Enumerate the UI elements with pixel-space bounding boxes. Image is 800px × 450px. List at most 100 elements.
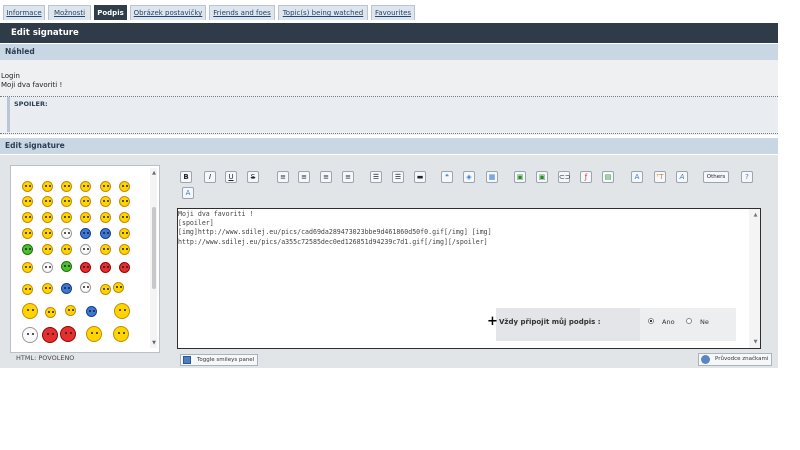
smiley-icon[interactable] bbox=[61, 196, 72, 207]
tab-friends-and-foes[interactable]: Friends and foes bbox=[209, 5, 275, 20]
help-icon[interactable]: ? bbox=[741, 171, 753, 183]
heart-smiley-icon[interactable] bbox=[119, 228, 130, 239]
smileys-scroll-thumb[interactable] bbox=[152, 207, 156, 289]
smiley-icon[interactable] bbox=[100, 212, 111, 223]
ordered-list-icon[interactable]: ☰ bbox=[392, 171, 404, 183]
smiley-icon[interactable] bbox=[22, 327, 38, 343]
smiley-icon[interactable] bbox=[42, 181, 53, 192]
scroll-up-arrow-icon[interactable]: ▲ bbox=[752, 212, 759, 219]
preview-text: Login Moji dva favoriti ! bbox=[1, 72, 62, 90]
others-button[interactable]: Others bbox=[703, 171, 729, 183]
tab-podpis[interactable]: Podpis bbox=[94, 5, 127, 20]
signature-text[interactable]: Moji dva favoriti ! [spoiler] [img]http:… bbox=[178, 210, 738, 247]
scroll-down-arrow-icon[interactable]: ▼ bbox=[151, 340, 157, 346]
smiley-icon[interactable] bbox=[61, 261, 72, 272]
bold-button[interactable]: B bbox=[180, 171, 192, 183]
strikethrough-button[interactable]: S bbox=[247, 171, 259, 183]
smiley-icon[interactable] bbox=[80, 282, 91, 293]
smiley-icon[interactable] bbox=[22, 212, 33, 223]
preview-line-login: Login bbox=[1, 72, 20, 80]
santa-smiley-icon[interactable] bbox=[60, 326, 76, 342]
smiley-icon[interactable] bbox=[22, 284, 33, 295]
smiley-icon[interactable] bbox=[22, 244, 33, 255]
page-title: Edit signature bbox=[0, 23, 778, 43]
smiley-icon[interactable] bbox=[61, 181, 72, 192]
smiley-icon[interactable] bbox=[45, 307, 56, 318]
smiley-icon[interactable] bbox=[80, 212, 91, 223]
smiley-icon[interactable] bbox=[119, 181, 130, 192]
sleeping-smiley-icon[interactable] bbox=[86, 306, 97, 317]
align-left-icon[interactable]: ≡ bbox=[277, 171, 289, 183]
video-icon[interactable]: ▤ bbox=[602, 171, 614, 183]
link-icon[interactable]: ⊂⊃ bbox=[558, 171, 571, 183]
smiley-icon[interactable] bbox=[42, 228, 53, 239]
textarea-scrollbar[interactable] bbox=[749, 209, 760, 348]
smiley-icon[interactable] bbox=[100, 196, 111, 207]
toggle-smileys-label: Toggle smileys panel bbox=[197, 357, 255, 363]
code-icon[interactable]: ◈ bbox=[463, 171, 475, 183]
font-color-icon[interactable]: A bbox=[631, 171, 643, 183]
smiley-icon[interactable] bbox=[42, 283, 53, 294]
smiley-icon[interactable] bbox=[42, 196, 53, 207]
smiley-icon[interactable] bbox=[100, 228, 111, 239]
smiley-icon[interactable] bbox=[42, 244, 53, 255]
smiley-icon[interactable] bbox=[61, 244, 72, 255]
tab-topics-being-watched[interactable]: Topic(s) being watched bbox=[278, 5, 368, 20]
quote-icon[interactable]: ❝ bbox=[441, 171, 453, 183]
smiley-icon[interactable] bbox=[22, 262, 33, 273]
smiley-icon[interactable] bbox=[119, 196, 130, 207]
smiley-icon[interactable] bbox=[80, 196, 91, 207]
smiley-icon[interactable] bbox=[22, 228, 33, 239]
smiley-icon[interactable] bbox=[80, 262, 91, 273]
tag-guide-button[interactable]: Průvodce značkami bbox=[698, 353, 772, 366]
flash-icon[interactable]: ƒ bbox=[580, 171, 592, 183]
smiley-icon[interactable] bbox=[119, 262, 130, 273]
scroll-down-arrow-icon[interactable]: ▼ bbox=[752, 339, 759, 346]
italic-button[interactable]: I bbox=[204, 171, 216, 183]
smiley-icon[interactable] bbox=[100, 244, 111, 255]
tab-informace[interactable]: Informace bbox=[3, 5, 45, 20]
underline-button[interactable]: U bbox=[225, 171, 237, 183]
smiley-icon[interactable] bbox=[113, 282, 124, 293]
smiley-icon[interactable] bbox=[119, 212, 130, 223]
tab-obrazek-postavicky[interactable]: Obrázek postavičky bbox=[130, 5, 206, 20]
text-direction-button[interactable]: A bbox=[182, 187, 194, 199]
sun-smiley-icon[interactable] bbox=[114, 303, 130, 319]
smiley-icon[interactable] bbox=[100, 262, 111, 273]
smiley-icon[interactable] bbox=[42, 327, 58, 343]
smiley-icon[interactable] bbox=[100, 284, 111, 295]
tab-moznosti[interactable]: Možnosti bbox=[48, 5, 91, 20]
smiley-icon[interactable] bbox=[65, 305, 76, 316]
image-icon[interactable]: ▣ bbox=[514, 171, 526, 183]
smiley-icon[interactable] bbox=[22, 196, 33, 207]
scroll-up-arrow-icon[interactable]: ▲ bbox=[151, 170, 157, 176]
font-size-icon[interactable]: ᵀT bbox=[654, 171, 666, 183]
smiley-icon[interactable] bbox=[80, 244, 91, 255]
align-center-icon[interactable]: ≡ bbox=[298, 171, 310, 183]
smiley-icon[interactable] bbox=[61, 212, 72, 223]
smiley-icon[interactable] bbox=[61, 228, 72, 239]
radio-no[interactable] bbox=[686, 318, 692, 324]
list-item-icon[interactable]: ▬ bbox=[414, 171, 426, 183]
smiley-icon[interactable] bbox=[42, 262, 53, 273]
star-icon[interactable] bbox=[80, 228, 91, 239]
smiley-icon[interactable] bbox=[61, 283, 72, 294]
font-face-icon[interactable]: A bbox=[676, 171, 688, 183]
reindeer-smiley-icon[interactable] bbox=[86, 326, 102, 342]
align-justify-icon[interactable]: ≡ bbox=[342, 171, 354, 183]
toggle-smileys-button[interactable]: Toggle smileys panel bbox=[180, 354, 258, 366]
radio-yes[interactable] bbox=[648, 318, 654, 324]
smiley-icon[interactable] bbox=[22, 303, 38, 319]
smiley-icon[interactable] bbox=[119, 244, 130, 255]
align-right-icon[interactable]: ≡ bbox=[320, 171, 332, 183]
unordered-list-icon[interactable]: ☰ bbox=[370, 171, 382, 183]
tab-favourites[interactable]: Favourites bbox=[371, 5, 415, 20]
smiley-icon[interactable] bbox=[22, 181, 33, 192]
smiley-icon[interactable] bbox=[113, 326, 129, 342]
smiley-icon[interactable] bbox=[80, 181, 91, 192]
table-icon[interactable]: ▦ bbox=[486, 171, 498, 183]
smiley-icon[interactable] bbox=[42, 212, 53, 223]
smiley-icon[interactable] bbox=[100, 181, 111, 192]
spoiler-box[interactable]: SPOILER: bbox=[7, 97, 778, 132]
image-upload-icon[interactable]: ▣ bbox=[536, 171, 548, 183]
